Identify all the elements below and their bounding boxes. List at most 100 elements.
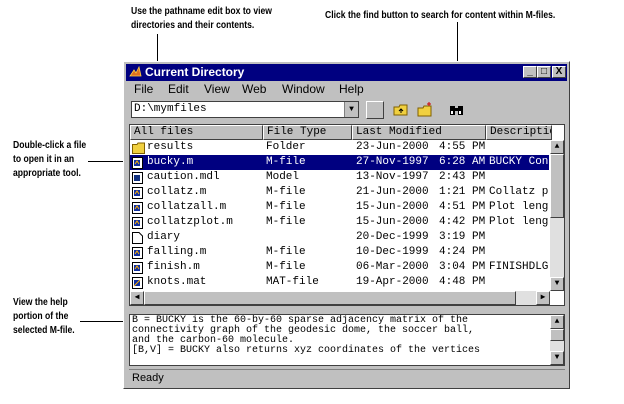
file-name: knots.mat	[147, 276, 207, 288]
file-type: M-file	[266, 261, 306, 273]
file-time: 2:43 PM	[439, 171, 486, 183]
file-list-vertical-scrollbar[interactable]: ▲ ▼	[550, 140, 564, 291]
help-text: B = BUCKY is the 60-by-60 sparse adjacen…	[132, 315, 481, 356]
mfile-icon	[132, 217, 143, 229]
horizontal-scroll-thumb[interactable]	[144, 291, 516, 305]
file-desc: Plot lengtl	[489, 216, 549, 228]
file-date: 15-Jun-2000	[356, 216, 429, 228]
scroll-up-arrow-icon[interactable]: ▲	[550, 140, 564, 154]
file-name: collatzall.m	[147, 201, 227, 213]
file-time: 3:19 PM	[439, 231, 486, 243]
file-type: M-file	[266, 186, 306, 198]
dropdown-icon[interactable]: ▼	[344, 102, 358, 117]
file-date: 21-Jun-2000	[356, 186, 429, 198]
file-row[interactable]: diary 20-Dec-1999 3:19 PM	[130, 230, 549, 245]
file-name: collatz.m	[147, 186, 207, 198]
title-bar[interactable]: Current Directory _ □ X	[126, 64, 567, 81]
annotation-pathname: Use the pathname edit box to view direct…	[131, 6, 272, 31]
mfile-icon	[132, 187, 143, 199]
mfile-icon	[132, 157, 143, 169]
close-button[interactable]: X	[552, 66, 566, 78]
menu-help[interactable]: Help	[339, 82, 364, 96]
pathname-value: D:\mymfiles	[134, 103, 207, 115]
up-folder-icon[interactable]	[392, 101, 410, 119]
column-header-last-modified[interactable]: Last Modified	[352, 125, 486, 140]
file-type: Model	[266, 171, 300, 183]
file-row[interactable]: bucky.m M-file 27-Nov-1997 6:28 AM BUCKY Con	[130, 155, 549, 170]
document-icon	[132, 232, 143, 244]
file-name: bucky.m	[147, 156, 194, 168]
file-desc: BUCKY Con	[489, 156, 549, 168]
help-scroll-thumb[interactable]	[550, 329, 564, 341]
file-row[interactable]: collatzall.m M-file 15-Jun-2000 4:51 PM Plot…	[130, 200, 549, 215]
matfile-icon	[132, 277, 143, 289]
file-name: diary	[147, 231, 181, 243]
file-name: caution.mdl	[147, 171, 220, 183]
file-desc: FINISHDLG	[489, 261, 549, 273]
file-name: collatzplot.m	[147, 216, 233, 228]
binoculars-icon[interactable]	[448, 101, 466, 119]
file-name: finish.m	[147, 261, 200, 273]
file-list[interactable]: All files File Type Last Modified Descri…	[129, 124, 565, 306]
minimize-button[interactable]: _	[523, 66, 537, 78]
column-header-all-files[interactable]: All files	[130, 125, 263, 140]
file-type: M-file	[266, 246, 306, 258]
menu-edit[interactable]: Edit	[168, 82, 189, 96]
file-list-horizontal-scrollbar[interactable]: ◀ ▶	[130, 291, 550, 305]
file-date: 06-Mar-2000	[356, 261, 429, 273]
annotation-help: View the help portion of the selected M-…	[13, 297, 75, 336]
file-row[interactable]: finish.m M-file 06-Mar-2000 3:04 PM FINISHDL…	[130, 260, 549, 275]
file-row[interactable]: knots.mat MAT-file 19-Apr-2000 4:48 PM	[130, 275, 549, 290]
annotation-doubleclick: Double-click a file to open it in an app…	[13, 140, 87, 179]
new-folder-icon[interactable]	[416, 101, 434, 119]
menu-view[interactable]: View	[204, 82, 230, 96]
scroll-left-arrow-icon[interactable]: ◀	[130, 291, 144, 305]
scroll-down-arrow-icon[interactable]: ▼	[550, 277, 564, 291]
pathname-edit-box[interactable]: D:\mymfiles ▼	[131, 101, 359, 118]
file-date: 27-Nov-1997	[356, 156, 429, 168]
mfile-icon	[132, 247, 143, 259]
matlab-logo-icon	[129, 66, 142, 77]
blank-button-icon[interactable]	[366, 101, 384, 119]
help-scroll-down-arrow-icon[interactable]: ▼	[550, 351, 564, 365]
help-pane[interactable]: B = BUCKY is the 60-by-60 sparse adjacen…	[129, 314, 565, 366]
status-text: Ready	[132, 372, 164, 384]
model-icon	[132, 172, 143, 184]
file-row[interactable]: results Folder 23-Jun-2000 4:55 PM	[130, 140, 549, 155]
file-type: Folder	[266, 141, 306, 153]
file-row[interactable]: falling.m M-file 10-Dec-1999 4:24 PM	[130, 245, 549, 260]
file-date: 13-Nov-1997	[356, 171, 429, 183]
mfile-icon	[132, 262, 143, 274]
mfile-icon	[132, 202, 143, 214]
status-bar: Ready	[129, 369, 565, 386]
folder-icon	[132, 142, 145, 154]
column-header-file-type[interactable]: File Type	[263, 125, 352, 140]
file-desc: Plot lengt	[489, 201, 549, 213]
menu-web[interactable]: Web	[242, 82, 266, 96]
current-directory-window: Current Directory _ □ X File Edit View W…	[123, 61, 570, 389]
help-scroll-up-arrow-icon[interactable]: ▲	[550, 315, 564, 329]
file-time: 4:48 PM	[439, 276, 486, 288]
file-type: M-file	[266, 156, 306, 168]
file-date: 23-Jun-2000	[356, 141, 429, 153]
annotation-find: Click the find button to search for cont…	[325, 10, 556, 21]
file-date: 10-Dec-1999	[356, 246, 429, 258]
file-desc: Collatz pro	[489, 186, 549, 198]
file-time: 4:42 PM	[439, 216, 486, 228]
file-type: M-file	[266, 201, 306, 213]
menu-file[interactable]: File	[134, 82, 153, 96]
file-time: 6:28 AM	[439, 156, 486, 168]
help-vertical-scrollbar[interactable]: ▲ ▼	[550, 315, 564, 365]
file-name: results	[147, 141, 194, 153]
file-row[interactable]: collatzplot.m M-file 15-Jun-2000 4:42 PM Plo…	[130, 215, 549, 230]
file-row[interactable]: collatz.m M-file 21-Jun-2000 1:21 PM Collatz…	[130, 185, 549, 200]
window-title: Current Directory	[145, 65, 245, 79]
menu-window[interactable]: Window	[282, 82, 325, 96]
column-header-description[interactable]: Description	[486, 125, 552, 140]
file-list-header: All files File Type Last Modified Descri…	[130, 125, 552, 140]
maximize-button[interactable]: □	[537, 66, 551, 78]
scroll-right-arrow-icon[interactable]: ▶	[536, 291, 550, 305]
file-row[interactable]: caution.mdl Model 13-Nov-1997 2:43 PM	[130, 170, 549, 185]
file-date: 19-Apr-2000	[356, 276, 429, 288]
vertical-scroll-thumb[interactable]	[550, 154, 564, 218]
